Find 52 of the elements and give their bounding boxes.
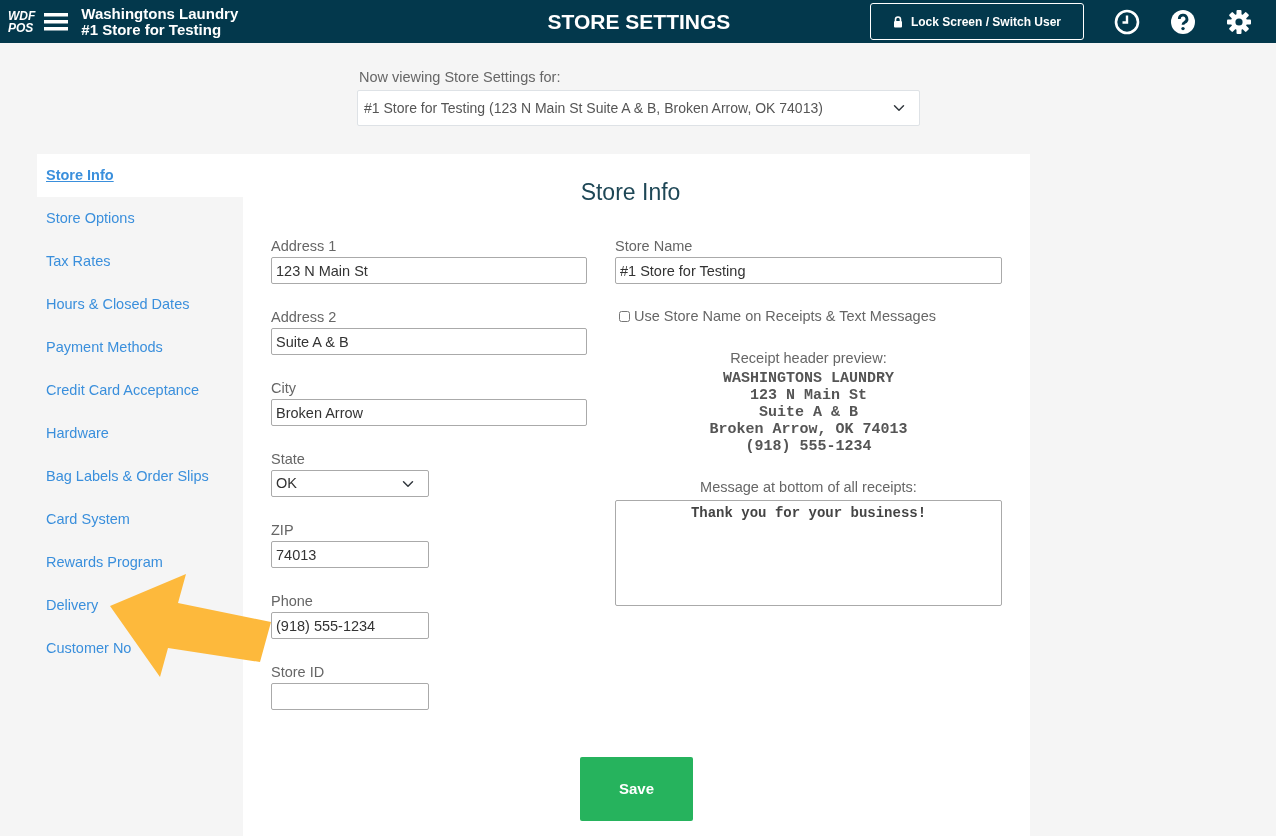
store-select[interactable]: #1 Store for Testing (123 N Main St Suite A & B, Broken Arrow, OK 74013) — [357, 90, 920, 126]
save-button[interactable]: Save — [580, 757, 693, 821]
lock-icon — [892, 15, 903, 28]
input-field[interactable] — [271, 683, 429, 710]
store-name-field[interactable]: #1 Store for Testing — [615, 257, 1002, 284]
sidebar-item[interactable]: Hardware — [37, 412, 118, 455]
sidebar-item[interactable]: Bag Labels & Order Slips — [37, 455, 218, 498]
sidebar-item[interactable]: Rewards Program — [37, 541, 172, 584]
field-label: ZIP — [271, 521, 294, 540]
sidebar-item[interactable]: Delivery — [37, 584, 108, 627]
checkbox-label: Use Store Name on Receipts & Text Messages — [634, 307, 936, 326]
receipt-line: (918) 555-1234 — [745, 437, 872, 455]
message-label: Message at bottom of all receipts: — [700, 477, 917, 497]
field-label: State — [271, 450, 305, 469]
field-label: Phone — [271, 592, 313, 611]
message-field[interactable]: Thank you for your business! — [615, 500, 1002, 607]
sidebar-item[interactable]: Hours & Closed Dates — [37, 283, 199, 326]
input-field[interactable]: Broken Arrow — [271, 399, 587, 426]
field-label: Store Name — [615, 237, 693, 256]
sidebar-item[interactable]: Card System — [37, 498, 139, 541]
section-title: Store Info — [580, 178, 681, 206]
menu-icon[interactable] — [43, 10, 70, 33]
receipt-line: Suite A & B — [758, 403, 858, 421]
checkbox[interactable] — [619, 311, 630, 323]
sidebar-item[interactable]: Credit Card Acceptance — [37, 369, 209, 412]
receipt-line: Broken Arrow, OK 74013 — [709, 420, 908, 438]
input-field[interactable]: 74013 — [271, 541, 429, 568]
logo: WDF POS — [8, 9, 36, 34]
sidebar-item[interactable]: Payment Methods — [37, 326, 172, 369]
receipt-line: 123 N Main St — [749, 386, 867, 404]
sidebar-item[interactable]: Customer No — [37, 627, 141, 670]
settings-icon[interactable] — [1226, 8, 1252, 35]
preview-label: Receipt header preview: — [730, 348, 887, 368]
sidebar-item[interactable]: Store Options — [37, 197, 144, 240]
page-title: STORE SETTINGS — [547, 8, 731, 35]
receipt-line: WASHINGTONS LAUNDRY — [722, 369, 894, 387]
lock-screen-button[interactable]: Lock Screen / Switch User — [869, 3, 1084, 40]
input-field[interactable]: 123 N Main St — [271, 257, 587, 284]
field-label: City — [271, 379, 296, 398]
help-icon[interactable] — [1170, 8, 1196, 35]
sidebar-item[interactable]: Tax Rates — [37, 240, 120, 283]
select-field[interactable]: OK — [271, 470, 429, 497]
input-field[interactable]: (918) 555-1234 — [271, 612, 429, 639]
field-label: Address 2 — [271, 308, 337, 327]
store-name: #1 Store for Testing — [81, 21, 222, 38]
field-label: Address 1 — [271, 237, 337, 256]
clock-icon[interactable] — [1114, 8, 1140, 35]
sidebar-item[interactable]: Store Info — [37, 154, 243, 197]
field-label: Store ID — [271, 663, 325, 682]
company-name: Washingtons Laundry — [81, 5, 239, 22]
store-selector-label: Now viewing Store Settings for: — [358, 68, 561, 87]
input-field[interactable]: Suite A & B — [271, 328, 587, 355]
